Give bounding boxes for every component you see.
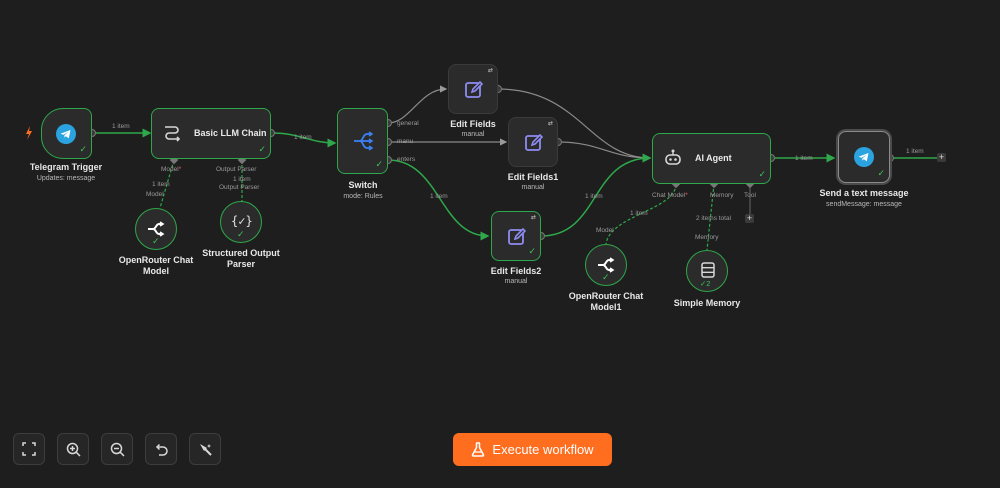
fit-view-icon — [22, 442, 36, 456]
node-openrouter-chat-model1[interactable]: ✓ — [585, 244, 627, 286]
pin-icon: ⇄ — [487, 68, 493, 74]
edit-fields1-subtitle: manual — [521, 184, 545, 191]
label-agent-send: 1 item — [795, 155, 813, 162]
label-chain-model: 1 item — [152, 181, 170, 188]
flask-icon — [472, 442, 485, 457]
success-check-icon: ✓ — [79, 144, 87, 154]
label-chain-model-port: Model — [146, 191, 164, 198]
send-text-message-subtitle: sendMessage: message — [826, 201, 902, 208]
node-structured-output-parser[interactable]: {✓} ✓ — [220, 201, 262, 243]
tidy-up-button[interactable] — [189, 433, 221, 465]
label-send-out: 1 item — [906, 148, 924, 155]
json-braces-icon: {✓} — [231, 214, 253, 228]
edit-pen-icon — [465, 80, 484, 98]
node-switch[interactable]: ✓ — [337, 108, 388, 174]
zoom-out-icon — [110, 442, 125, 457]
success-check-icon: ✓ — [758, 169, 766, 179]
switch-subtitle: mode: Rules — [343, 193, 383, 200]
label-chain-parser: 1 item — [233, 176, 251, 183]
telegram-trigger-subtitle: Updates: message — [36, 175, 96, 182]
label-switch-manu: manu — [397, 138, 414, 145]
node-edit-fields2[interactable]: ⇄ ✓ — [491, 211, 541, 261]
label-switch-general: general — [397, 120, 419, 127]
zoom-in-button[interactable] — [57, 433, 89, 465]
openrouter-chat-model-title: OpenRouter Chat Model — [118, 255, 194, 276]
label-switch-enters: enters — [397, 156, 416, 163]
ai-agent-title: AI Agent — [695, 153, 732, 163]
node-simple-memory[interactable]: ✓2 — [686, 250, 728, 292]
undo-icon — [155, 443, 168, 456]
execute-workflow-button[interactable]: Execute workflow — [453, 433, 612, 466]
simple-memory-title: Simple Memory — [673, 298, 741, 308]
openrouter-chat-model1-title: OpenRouter Chat Model1 — [568, 291, 644, 312]
label-agent-model-port: Model — [596, 227, 614, 234]
structured-output-parser-title: Structured Output Parser — [202, 248, 280, 269]
conn-edit1-agent[interactable] — [557, 141, 652, 162]
robot-icon — [665, 149, 681, 165]
zoom-in-icon — [66, 442, 81, 457]
ai-agent-tool-port: Tool — [744, 192, 756, 199]
pin-icon: ⇄ — [530, 215, 536, 221]
openrouter-icon — [598, 257, 615, 273]
chain-icon — [165, 126, 181, 142]
node-ai-agent[interactable]: AI Agent ✓ — [652, 133, 771, 184]
node-edit-fields1[interactable]: ⇄ — [508, 117, 558, 167]
label-edit2-agent: 1 item — [585, 193, 603, 200]
send-text-message-title: Send a text message — [819, 188, 909, 198]
telegram-icon — [56, 124, 76, 144]
success-check-icon: ✓ — [602, 272, 610, 282]
label-agent-memory-port: Memory — [695, 234, 719, 241]
success-check-icon: ✓ — [152, 236, 160, 246]
node-basic-llm-chain[interactable]: Basic LLM Chain ✓ — [151, 108, 271, 159]
success-check-icon: ✓ — [375, 159, 383, 169]
switch-icon — [354, 131, 374, 151]
success-check-icon: ✓ — [258, 144, 266, 154]
memory-success-badge: ✓2 — [700, 279, 711, 288]
fit-view-button[interactable] — [13, 433, 45, 465]
telegram-trigger-title: Telegram Trigger — [29, 162, 103, 172]
edit-pen-icon — [525, 133, 544, 151]
add-tool-button[interactable]: + — [745, 214, 754, 223]
ai-agent-memory-port: Memory — [710, 192, 734, 199]
trigger-bolt-icon — [26, 126, 32, 140]
llm-chain-model-port: Model* — [161, 166, 182, 173]
switch-title: Switch — [348, 180, 378, 190]
add-node-button[interactable]: + — [937, 153, 946, 162]
label-chain-parser-port: Output Parser — [219, 184, 260, 191]
success-check-icon: ✓ — [877, 168, 885, 178]
tidy-up-icon — [199, 443, 212, 456]
ai-agent-chat-port: Chat Model* — [652, 192, 688, 199]
node-send-text-message[interactable]: ✓ — [838, 131, 890, 183]
label-agent-memory: 2 items total — [696, 215, 732, 222]
undo-button[interactable] — [145, 433, 177, 465]
telegram-icon — [854, 147, 874, 167]
conn-switch-edit[interactable] — [387, 85, 448, 124]
zoom-out-button[interactable] — [101, 433, 133, 465]
llm-chain-parser-port: Output Parser — [216, 166, 257, 173]
node-edit-fields[interactable]: ⇄ — [448, 64, 498, 114]
label-switch-edit2: 1 item — [430, 193, 448, 200]
success-check-icon: ✓ — [237, 229, 245, 239]
success-check-icon: ✓ — [528, 246, 536, 256]
edit-fields1-title: Edit Fields1 — [507, 172, 559, 182]
edit-fields2-title: Edit Fields2 — [490, 266, 542, 276]
basic-llm-chain-title: Basic LLM Chain — [194, 128, 267, 138]
pin-icon: ⇄ — [547, 121, 553, 127]
label-trigger-chain: 1 item — [112, 123, 130, 130]
label-agent-model: 1 item — [630, 210, 648, 217]
database-icon — [701, 262, 715, 278]
edit-pen-icon — [508, 227, 527, 245]
node-openrouter-chat-model[interactable]: ✓ — [135, 208, 177, 250]
edit-fields2-subtitle: manual — [504, 278, 528, 285]
node-telegram-trigger[interactable]: ✓ — [41, 108, 92, 159]
openrouter-icon — [148, 221, 165, 237]
label-chain-switch: 1 item — [294, 134, 312, 141]
execute-workflow-label: Execute workflow — [492, 442, 594, 457]
